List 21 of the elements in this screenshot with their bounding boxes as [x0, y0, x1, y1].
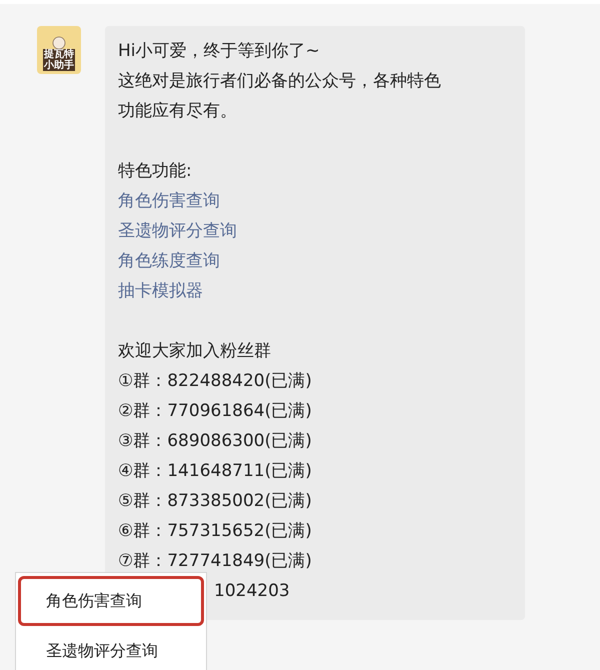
group-number: ①群：822488420(已满): [118, 370, 313, 393]
group-number: ②群：770961864(已满): [118, 400, 313, 423]
group-number: ③群：689086300(已满): [118, 430, 313, 453]
avatar-text: 提瓦特: [43, 49, 75, 60]
group-number: ⑥群：757315652(已满): [118, 520, 313, 543]
feature-link[interactable]: 角色练度查询: [118, 251, 220, 271]
feature-link[interactable]: 抽卡模拟器: [118, 281, 203, 301]
message-text: 这绝对是旅行者们必备的公众号，各种特色: [118, 70, 442, 93]
group-number: 1024203: [214, 581, 290, 601]
section-heading: 特色功能:: [118, 160, 193, 183]
group-number: ④群：141648711(已满): [118, 460, 313, 483]
group-number: ⑦群：727741849(已满): [118, 550, 313, 573]
feature-link[interactable]: 角色伤害查询: [118, 191, 220, 211]
menu-item[interactable]: 圣遗物评分查询: [18, 626, 204, 670]
group-number: ⑤群：873385002(已满): [118, 490, 313, 513]
avatar-text: 小助手: [43, 60, 75, 71]
section-heading: 欢迎大家加入粉丝群: [118, 340, 272, 363]
message-text: Hi小可爱，终于等到你了~: [118, 40, 321, 63]
menu-item[interactable]: 角色伤害查询: [18, 576, 204, 626]
feature-link[interactable]: 圣遗物评分查询: [118, 221, 237, 241]
message-text: 功能应有尽有。: [118, 100, 238, 123]
